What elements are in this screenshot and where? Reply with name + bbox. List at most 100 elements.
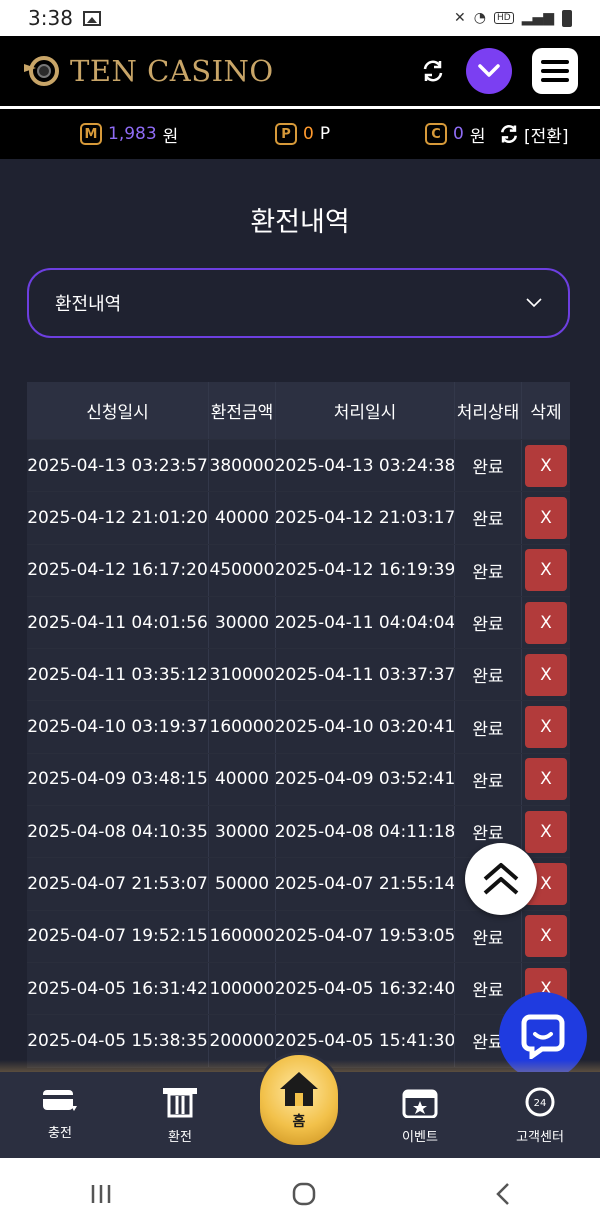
request-time-cell: 2025-04-12 21:01:20: [27, 492, 209, 544]
delete-button[interactable]: X: [525, 706, 567, 749]
home-nav-icon[interactable]: [291, 1181, 317, 1207]
table-row: 2025-04-10 03:19:37 160000 2025-04-10 03:2…: [27, 701, 570, 754]
amount-cell: 160000: [209, 910, 276, 962]
delete-cell: X: [522, 754, 570, 805]
scroll-to-top-button[interactable]: [465, 843, 537, 915]
money-balance: M 1,983 원: [80, 122, 178, 147]
point-badge-icon: P: [275, 123, 297, 145]
processed-time-cell: 2025-04-08 04:11:18: [276, 806, 455, 858]
delete-cell: X: [522, 649, 570, 700]
header-delete: 삭제: [530, 403, 562, 423]
status-cell: 완료: [455, 596, 522, 649]
status-cell: 완료: [455, 544, 522, 596]
nav-charge[interactable]: 충전: [15, 1086, 105, 1141]
account-dropdown-button[interactable]: [466, 48, 512, 94]
double-chevron-up-icon: [483, 863, 519, 895]
processed-time-cell: 2025-04-05 16:32:40: [276, 962, 455, 1015]
delete-button[interactable]: X: [525, 653, 567, 696]
table-header-row: 신청일시 환전금액 처리일시 처리상태 삭제: [27, 382, 570, 440]
request-time-cell: 2025-04-11 03:35:12: [27, 649, 209, 701]
hamburger-icon: [541, 60, 569, 82]
amount-cell: 200000: [209, 1015, 276, 1067]
amount-cell: 40000: [209, 753, 276, 806]
processed-time-cell: 2025-04-13 03:24:38: [276, 440, 455, 492]
status-bar: 3:38 ✕ ◔ HD ▂▄▆: [0, 0, 600, 36]
nav-exchange[interactable]: 환전: [135, 1086, 225, 1145]
delete-button[interactable]: X: [525, 601, 567, 644]
delete-cell: X: [522, 806, 570, 857]
amount-cell: 450000: [209, 544, 276, 596]
table-row: 2025-04-12 16:17:20 450000 2025-04-12 16:1…: [27, 544, 570, 597]
wifi-icon: ◔: [473, 10, 486, 26]
request-time-cell: 2025-04-07 19:52:15: [27, 910, 209, 962]
recent-apps-icon[interactable]: [89, 1183, 113, 1205]
header-amount: 환전금액: [209, 382, 276, 439]
card-icon: [43, 1090, 77, 1111]
processed-time-cell: 2025-04-12 16:19:39: [276, 544, 455, 596]
nav-home-button[interactable]: 홈: [257, 1052, 341, 1148]
header-processed-time: 처리일시: [276, 382, 455, 439]
table-row: 2025-04-07 19:52:15 160000 2025-04-07 19:5…: [27, 910, 570, 963]
nav-support[interactable]: 24 고객센터: [495, 1086, 585, 1145]
gallery-icon: [82, 10, 101, 26]
processed-time-cell: 2025-04-10 03:20:41: [276, 701, 455, 753]
delete-cell: X: [522, 492, 570, 543]
battery-icon: [562, 9, 572, 27]
status-cell: 완료: [455, 910, 522, 962]
delete-button[interactable]: X: [525, 758, 567, 801]
logo-mark-icon: [24, 56, 59, 86]
history-type-select[interactable]: 환전내역: [27, 268, 570, 338]
brand-name: TEN CASINO: [70, 54, 274, 88]
refresh-icon[interactable]: [420, 58, 446, 84]
app-header: TEN CASINO: [0, 36, 600, 106]
support-badge-text: 24: [534, 1098, 547, 1109]
back-icon[interactable]: [495, 1182, 511, 1206]
processed-time-cell: 2025-04-11 03:37:37: [276, 649, 455, 701]
page-title: 환전내역: [250, 207, 350, 238]
request-time-cell: 2025-04-12 16:17:20: [27, 544, 209, 596]
swap-label: [전환]: [524, 126, 569, 147]
header-status: 처리상태: [455, 382, 522, 439]
table-row: 2025-04-13 03:23:57 380000 2025-04-13 03:2…: [27, 440, 570, 493]
menu-button[interactable]: [532, 48, 578, 94]
chat-bubble-icon: [521, 1014, 565, 1059]
request-time-cell: 2025-04-08 04:10:35: [27, 806, 209, 858]
status-cell: 완료: [455, 440, 522, 492]
delete-cell: X: [522, 911, 570, 962]
mute-icon: ✕: [454, 10, 466, 26]
home-icon: [280, 1072, 318, 1106]
money-badge-icon: M: [80, 123, 102, 145]
swap-button[interactable]: [전환]: [498, 122, 569, 147]
header-request-time: 신청일시: [27, 382, 209, 439]
exchange-history-table: 신청일시 환전금액 처리일시 처리상태 삭제 2025-04-13 03:23:…: [27, 382, 570, 1068]
amount-cell: 310000: [209, 649, 276, 701]
status-cell: 완료: [455, 701, 522, 753]
brand-logo[interactable]: TEN CASINO: [22, 54, 274, 88]
delete-button[interactable]: X: [525, 496, 567, 539]
delete-button[interactable]: X: [525, 915, 567, 958]
request-time-cell: 2025-04-13 03:23:57: [27, 440, 209, 492]
money-unit: 원: [162, 126, 179, 147]
table-body: 2025-04-13 03:23:57 380000 2025-04-13 03:2…: [27, 440, 570, 1068]
delete-cell: X: [522, 440, 570, 491]
amount-cell: 160000: [209, 701, 276, 753]
status-time: 3:38: [28, 6, 73, 30]
wallet-bar: M 1,983 원 P 0 P C 0 원 [전환]: [0, 109, 600, 159]
nav-event[interactable]: 이벤트: [375, 1086, 465, 1145]
processed-time-cell: 2025-04-12 21:03:17: [276, 492, 455, 544]
nav-home-label: 홈: [292, 1114, 306, 1130]
processed-time-cell: 2025-04-11 04:04:04: [276, 596, 455, 649]
delete-button[interactable]: X: [525, 810, 567, 853]
delete-cell: X: [522, 545, 570, 596]
chevron-down-icon: [478, 64, 500, 77]
point-value: 0: [303, 124, 314, 144]
point-balance: P 0 P: [275, 123, 330, 145]
delete-button[interactable]: X: [525, 549, 567, 592]
request-time-cell: 2025-04-09 03:48:15: [27, 753, 209, 806]
nav-event-label: 이벤트: [402, 1130, 438, 1145]
request-time-cell: 2025-04-07 21:53:07: [27, 858, 209, 910]
point-unit: P: [319, 124, 331, 144]
delete-button[interactable]: X: [525, 444, 567, 487]
delete-cell: X: [522, 701, 570, 752]
amount-cell: 380000: [209, 440, 276, 492]
